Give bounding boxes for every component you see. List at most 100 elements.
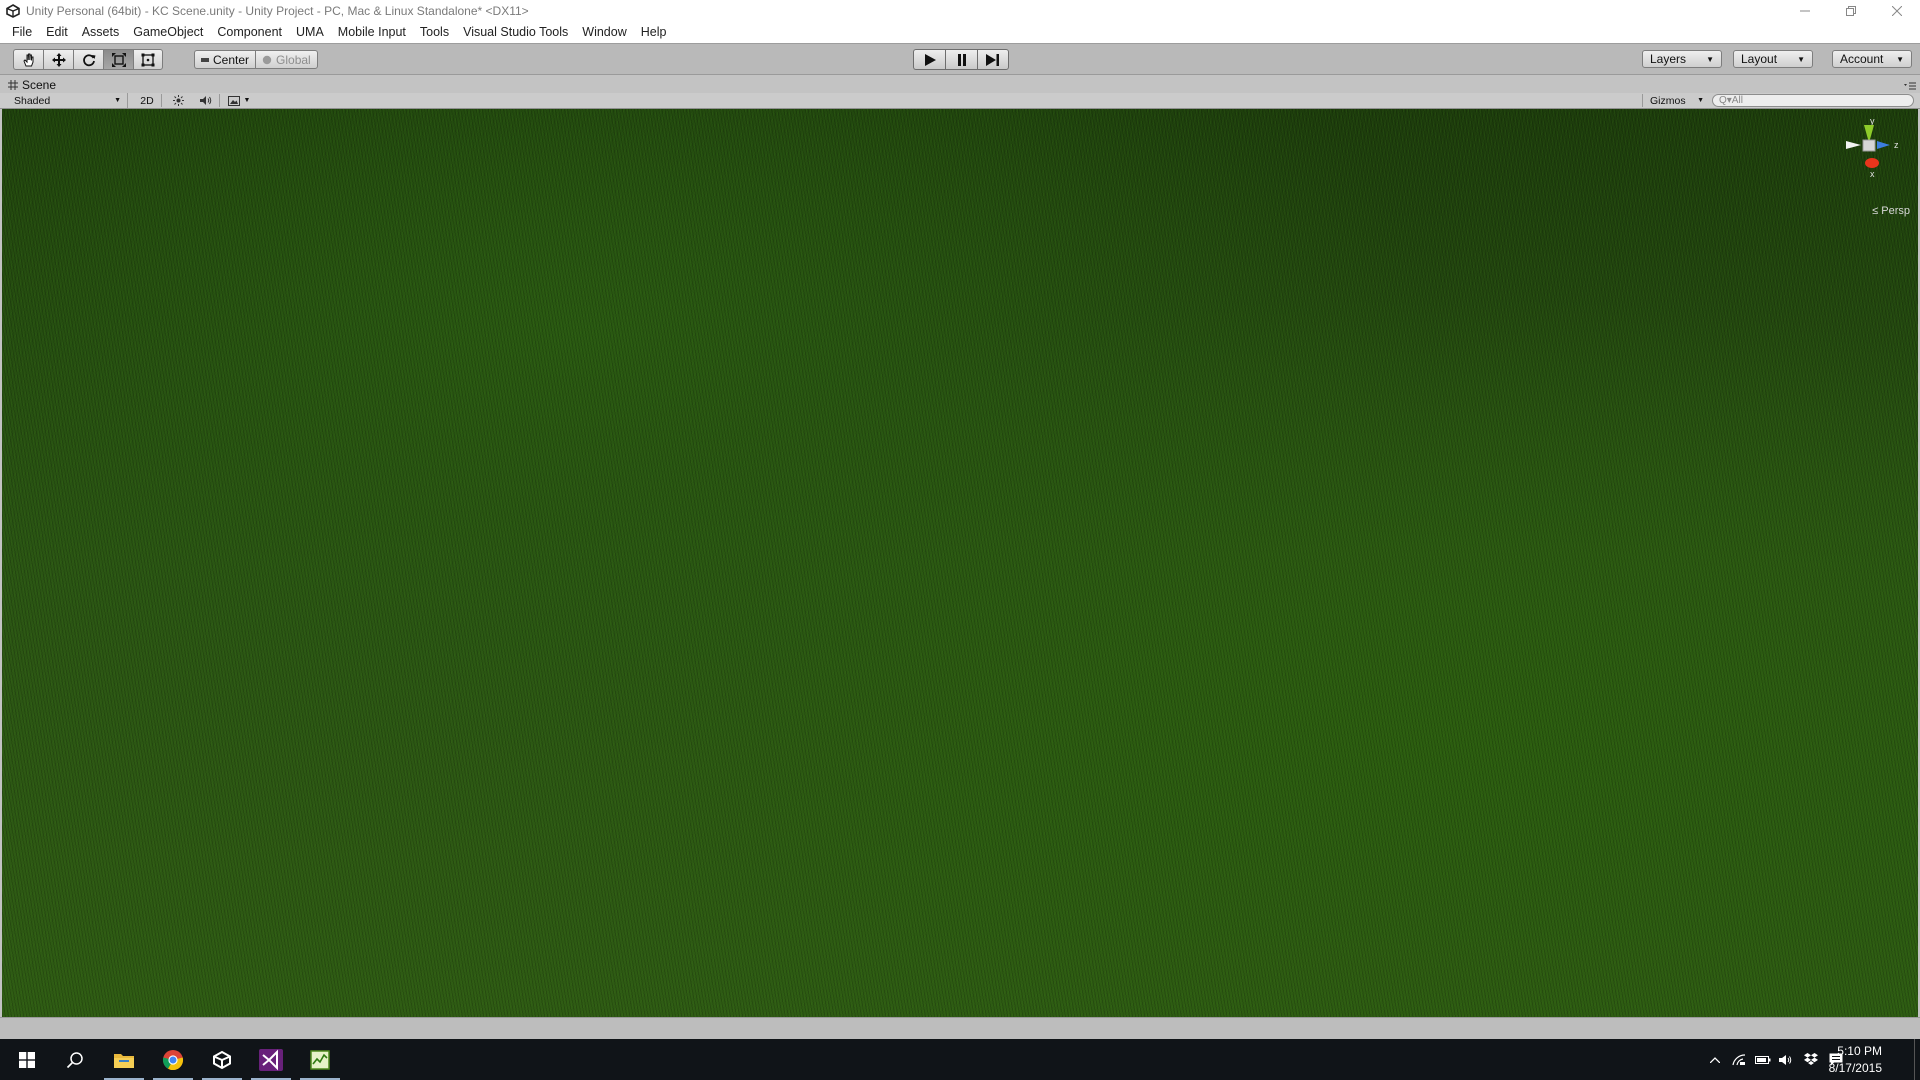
- scene-viewport[interactable]: y z x ≤ Persp: [2, 109, 1918, 1017]
- chrome-icon: [162, 1049, 184, 1070]
- layout-dropdown[interactable]: Layout ▼: [1733, 50, 1813, 68]
- show-desktop-button[interactable]: [1914, 1039, 1920, 1080]
- clock-date: 8/17/2015: [1828, 1061, 1882, 1075]
- menu-file[interactable]: File: [0, 22, 39, 43]
- chevron-down-icon: ▼: [1706, 54, 1714, 64]
- layout-label: Layout: [1741, 52, 1778, 66]
- layers-label: Layers: [1650, 52, 1687, 66]
- menu-help[interactable]: Help: [634, 22, 674, 43]
- pivot-global-button[interactable]: Global: [255, 50, 318, 69]
- projection-label[interactable]: ≤ Persp: [1872, 205, 1910, 217]
- account-dropdown[interactable]: Account ▼: [1832, 50, 1912, 68]
- folder-icon: [114, 1053, 134, 1068]
- pause-icon: [957, 53, 966, 66]
- gizmo-z-label: z: [1894, 140, 1899, 150]
- rotate-tool-button[interactable]: [73, 49, 103, 70]
- menu-mobile-input[interactable]: Mobile Input: [331, 22, 413, 43]
- scene-view-controls: Shaded ▼ 2D ▼ Gizmos ▼ Q▾All: [0, 93, 1920, 109]
- search-button[interactable]: [51, 1039, 99, 1080]
- pivot-center-button[interactable]: Center: [194, 50, 256, 69]
- draw-mode-label: Shaded: [14, 94, 51, 107]
- unity-logo-icon: [4, 2, 22, 20]
- close-button[interactable]: [1874, 0, 1920, 22]
- window-title: Unity Personal (64bit) - KC Scene.unity …: [26, 4, 529, 18]
- pivot-global-label: Global: [276, 52, 311, 67]
- gizmo-x-label: x: [1870, 169, 1875, 179]
- dropbox-icon: [1804, 1053, 1818, 1065]
- image-effects-icon: [227, 95, 240, 106]
- tray-overflow-button[interactable]: [1704, 1039, 1726, 1080]
- window-titlebar: Unity Personal (64bit) - KC Scene.unity …: [0, 0, 1920, 22]
- menu-assets[interactable]: Assets: [75, 22, 127, 43]
- gizmos-dropdown[interactable]: Gizmos ▼: [1650, 93, 1704, 108]
- taskbar-chrome[interactable]: [149, 1039, 197, 1080]
- effects-dropdown[interactable]: ▼: [224, 93, 254, 108]
- restore-button[interactable]: [1828, 0, 1874, 22]
- wifi-icon: [1732, 1053, 1746, 1065]
- chevron-down-icon: ▼: [1697, 97, 1704, 104]
- hand-icon: [22, 53, 33, 66]
- mode-2d-toggle[interactable]: 2D: [136, 93, 158, 108]
- scale-tool-button[interactable]: [103, 49, 133, 70]
- minimize-button[interactable]: [1782, 0, 1828, 22]
- volume-icon: [1779, 1054, 1792, 1065]
- play-button[interactable]: [913, 49, 945, 70]
- start-button[interactable]: [3, 1039, 51, 1080]
- hand-tool-button[interactable]: [13, 49, 43, 70]
- taskbar-visual-studio[interactable]: [247, 1039, 295, 1080]
- gizmos-label: Gizmos: [1650, 94, 1686, 107]
- scale-icon: [111, 52, 126, 67]
- chevron-down-icon: ▼: [1797, 54, 1805, 64]
- pivot-center-icon: [201, 57, 209, 62]
- toolbar-divider: [161, 94, 162, 107]
- audio-toggle[interactable]: [196, 93, 216, 108]
- pause-button[interactable]: [945, 49, 977, 70]
- tab-scene[interactable]: Scene: [8, 76, 56, 93]
- gizmo-z-axis[interactable]: [1877, 141, 1890, 149]
- tray-network[interactable]: [1728, 1039, 1750, 1080]
- status-bar: [0, 1017, 1920, 1039]
- orientation-gizmo[interactable]: y z x: [1834, 115, 1904, 199]
- move-arrows-icon: [51, 52, 66, 67]
- gizmo-neg-x-axis[interactable]: [1846, 141, 1861, 149]
- menu-gameobject[interactable]: GameObject: [126, 22, 210, 43]
- menu-component[interactable]: Component: [210, 22, 289, 43]
- menu-tools[interactable]: Tools: [413, 22, 456, 43]
- rect-tool-button[interactable]: [133, 49, 163, 70]
- battery-icon: [1755, 1055, 1771, 1064]
- move-tool-button[interactable]: [43, 49, 73, 70]
- tray-dropbox[interactable]: [1800, 1039, 1822, 1080]
- gizmo-x-axis[interactable]: [1865, 158, 1879, 168]
- close-icon: [1892, 6, 1902, 16]
- taskbar-file-explorer[interactable]: [100, 1039, 148, 1080]
- search-icon: [66, 1051, 83, 1068]
- windows-logo-icon: [19, 1051, 35, 1068]
- tray-battery[interactable]: [1752, 1039, 1774, 1080]
- draw-mode-dropdown[interactable]: Shaded ▼: [8, 93, 128, 108]
- pivot-toggles: Center Global: [194, 50, 318, 71]
- persp-text: Persp: [1881, 205, 1910, 217]
- menu-edit[interactable]: Edit: [39, 22, 75, 43]
- lighting-toggle[interactable]: [168, 93, 188, 108]
- taskbar-unity[interactable]: [198, 1039, 246, 1080]
- chevron-up-icon: [1710, 1056, 1720, 1063]
- panel-menu-icon: [1904, 82, 1916, 90]
- gizmo-center-cube[interactable]: [1862, 139, 1876, 152]
- globe-icon: [262, 55, 272, 64]
- chevron-down-icon: ▼: [243, 97, 251, 104]
- visual-studio-icon: [259, 1048, 283, 1071]
- scene-search-input[interactable]: Q▾All: [1712, 94, 1914, 107]
- taskbar-monitor-app[interactable]: [296, 1039, 344, 1080]
- step-button[interactable]: [977, 49, 1009, 70]
- layers-dropdown[interactable]: Layers ▼: [1642, 50, 1722, 68]
- menu-window[interactable]: Window: [575, 22, 633, 43]
- play-icon: [924, 53, 936, 66]
- rotate-icon: [82, 53, 95, 66]
- taskbar-clock[interactable]: 5:10 PM 8/17/2015: [1829, 1043, 1882, 1077]
- menu-visual-studio-tools[interactable]: Visual Studio Tools: [456, 22, 575, 43]
- tray-volume[interactable]: [1775, 1039, 1797, 1080]
- main-toolbar: Center Global Layers ▼ Layout ▼ Account ▼: [0, 43, 1920, 75]
- persp-arrow-icon: ≤: [1872, 205, 1879, 217]
- menu-uma[interactable]: UMA: [289, 22, 331, 43]
- restore-icon: [1846, 6, 1856, 16]
